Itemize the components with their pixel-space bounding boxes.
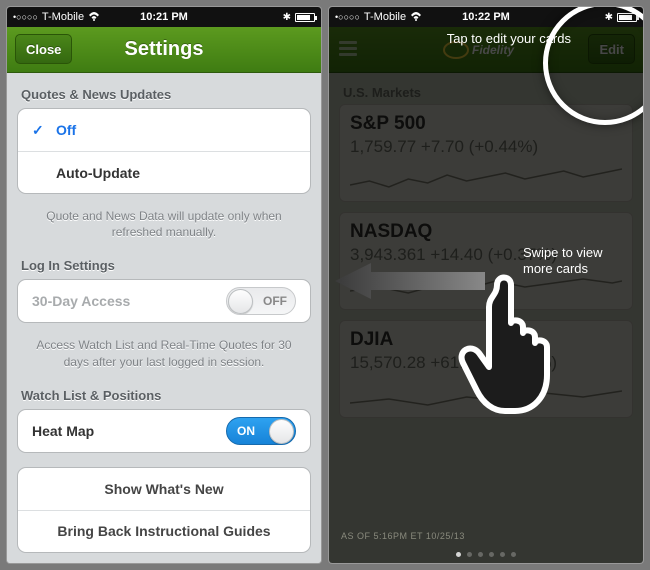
status-bar: •○○○○ T-Mobile 10:22 PM ✱ bbox=[329, 7, 643, 27]
bluetooth-icon: ✱ bbox=[283, 12, 291, 23]
check-icon: ✓ bbox=[32, 122, 50, 139]
switch-heatmap-text: ON bbox=[237, 424, 255, 438]
section-login-header: Log In Settings bbox=[7, 250, 321, 279]
card-name: NASDAQ bbox=[350, 221, 622, 243]
row-bring-back-guides[interactable]: Bring Back Instructional Guides bbox=[18, 510, 310, 552]
svg-text:Fidelity: Fidelity bbox=[472, 43, 515, 57]
wifi-icon bbox=[410, 11, 422, 24]
phone-cards: •○○○○ T-Mobile 10:22 PM ✱ Fidelity bbox=[328, 6, 644, 564]
status-bar: •○○○○ T-Mobile 10:21 PM ✱ bbox=[7, 7, 321, 27]
menu-icon[interactable] bbox=[339, 41, 357, 56]
group-actions: Show What's New Bring Back Instructional… bbox=[17, 467, 311, 553]
quotes-footer-text: Quote and News Data will update only whe… bbox=[7, 202, 321, 250]
card-quote: 3,943.361 +14.40 (+0.37%) bbox=[350, 245, 622, 265]
option-off[interactable]: ✓ Off bbox=[18, 109, 310, 151]
option-auto-update[interactable]: ✓ Auto-Update bbox=[18, 151, 310, 193]
section-quotes-header: Quotes & News Updates bbox=[7, 79, 321, 108]
carrier-label: T-Mobile bbox=[364, 11, 406, 23]
sparkline-icon bbox=[350, 163, 622, 197]
switch-knob bbox=[228, 289, 253, 314]
sparkline-icon bbox=[350, 379, 622, 413]
cards-scroll[interactable]: U.S. Markets S&P 500 1,759.77 +7.70 (+0.… bbox=[329, 73, 643, 563]
row-heatmap-label: Heat Map bbox=[32, 423, 94, 439]
signal-icon: •○○○○ bbox=[335, 12, 360, 22]
phone-settings: •○○○○ T-Mobile 10:21 PM ✱ Close Settings… bbox=[6, 6, 322, 564]
bluetooth-icon: ✱ bbox=[605, 12, 613, 23]
card-quote: 1,759.77 +7.70 (+0.44%) bbox=[350, 137, 622, 157]
switch-30day[interactable]: OFF bbox=[226, 287, 296, 315]
cards-navbar: Fidelity Edit bbox=[329, 27, 643, 73]
option-off-label: Off bbox=[56, 122, 76, 138]
close-button[interactable]: Close bbox=[15, 34, 72, 64]
page-title: Settings bbox=[125, 38, 204, 61]
group-login: 30-Day Access OFF bbox=[17, 279, 311, 323]
card-djia[interactable]: DJIA 15,570.28 +61.07 (+0.39%) bbox=[339, 320, 633, 418]
row-30day-access[interactable]: 30-Day Access OFF bbox=[18, 280, 310, 322]
card-sp500[interactable]: S&P 500 1,759.77 +7.70 (+0.44%) bbox=[339, 104, 633, 202]
login-footer-text: Access Watch List and Real-Time Quotes f… bbox=[7, 331, 321, 379]
switch-heatmap[interactable]: ON bbox=[226, 417, 296, 445]
battery-icon bbox=[617, 13, 637, 22]
group-quotes-updates: ✓ Off ✓ Auto-Update bbox=[17, 108, 311, 194]
row-show-whats-new[interactable]: Show What's New bbox=[18, 468, 310, 510]
battery-icon bbox=[295, 13, 315, 22]
asof-label: AS OF 5:16PM ET 10/25/13 bbox=[341, 531, 465, 541]
markets-header: U.S. Markets bbox=[339, 79, 633, 104]
section-watchlist-header: Watch List & Positions bbox=[7, 380, 321, 409]
switch-knob bbox=[269, 419, 294, 444]
wifi-icon bbox=[88, 11, 100, 24]
settings-navbar: Close Settings bbox=[7, 27, 321, 73]
switch-30day-text: OFF bbox=[263, 294, 287, 308]
edit-button[interactable]: Edit bbox=[588, 34, 635, 64]
sparkline-icon bbox=[350, 271, 622, 305]
card-name: S&P 500 bbox=[350, 113, 622, 135]
signal-icon: •○○○○ bbox=[13, 12, 38, 22]
carrier-label: T-Mobile bbox=[42, 11, 84, 23]
card-name: DJIA bbox=[350, 329, 622, 351]
row-30day-label: 30-Day Access bbox=[32, 293, 130, 309]
settings-scroll[interactable]: Quotes & News Updates ✓ Off ✓ Auto-Updat… bbox=[7, 73, 321, 563]
option-auto-label: Auto-Update bbox=[56, 165, 140, 181]
card-nasdaq[interactable]: NASDAQ 3,943.361 +14.40 (+0.37%) bbox=[339, 212, 633, 310]
group-watchlist: Heat Map ON bbox=[17, 409, 311, 453]
brand-logo: Fidelity bbox=[442, 40, 530, 60]
row-heatmap[interactable]: Heat Map ON bbox=[18, 410, 310, 452]
card-quote: 15,570.28 +61.07 (+0.39%) bbox=[350, 353, 622, 373]
